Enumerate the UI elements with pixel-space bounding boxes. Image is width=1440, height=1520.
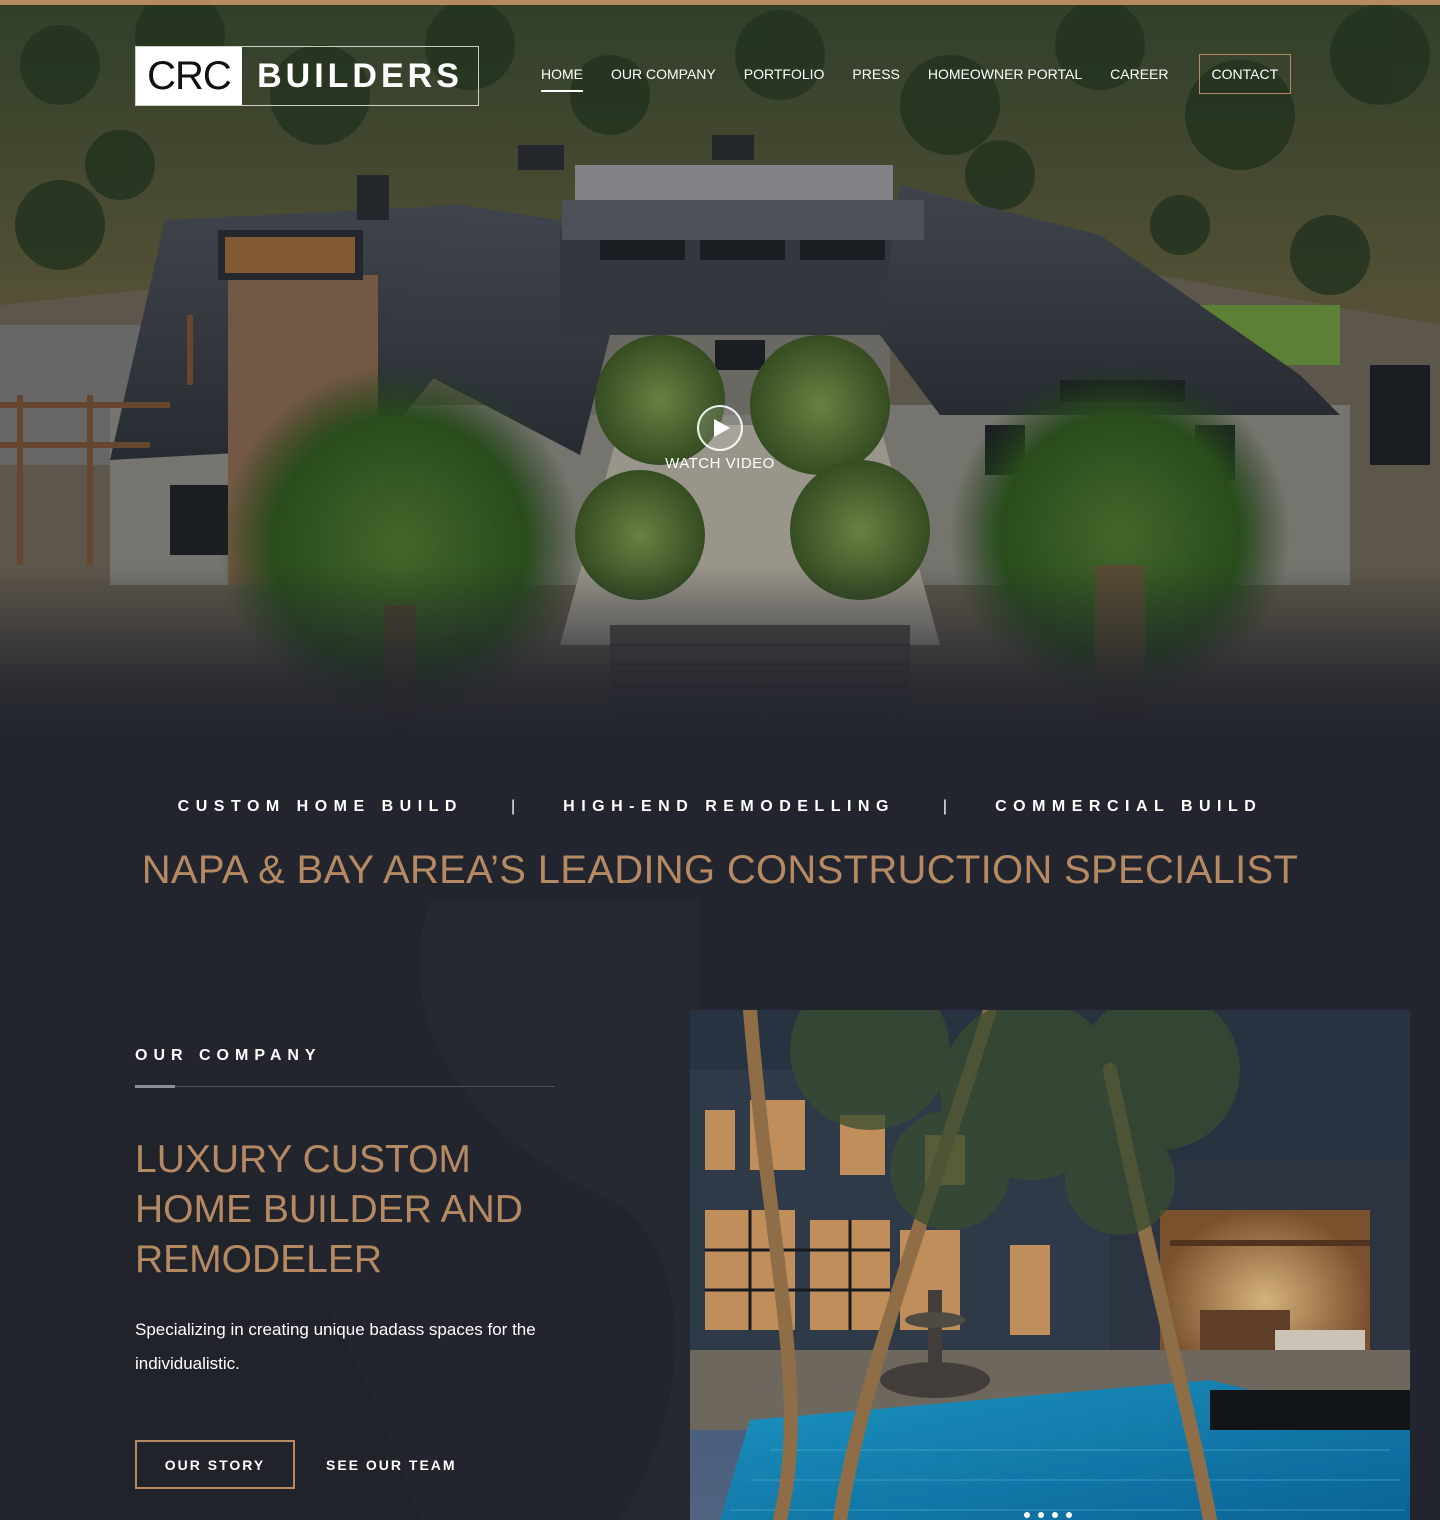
section-divider — [135, 1086, 555, 1087]
carousel-dot[interactable] — [1052, 1512, 1058, 1518]
nav-item-press[interactable]: PRESS — [852, 58, 899, 90]
section-title: LUXURY CUSTOM HOME BUILDER AND REMODELER — [135, 1138, 523, 1281]
contact-button[interactable]: CONTACT — [1198, 54, 1292, 94]
carousel-dots — [1024, 1512, 1072, 1518]
top-accent-bar — [0, 0, 1440, 5]
hero-section — [0, 5, 1440, 735]
page-headline: NAPA & BAY AREA’S LEADING CONSTRUCTION S… — [141, 848, 1299, 892]
service-separator: | — [510, 798, 516, 815]
site-logo[interactable]: CRC BUILDERS — [135, 46, 479, 106]
our-story-button[interactable]: OUR STORY — [135, 1440, 295, 1489]
logo-wordmark: BUILDERS — [257, 56, 463, 95]
carousel-dot[interactable] — [1024, 1512, 1030, 1518]
nav-item-our-company[interactable]: OUR COMPANY — [611, 58, 716, 90]
play-icon[interactable] — [697, 405, 743, 451]
watch-video-button[interactable]: WATCH VIDEO — [640, 405, 800, 472]
logo-mark: CRC — [136, 47, 242, 105]
nav-item-career[interactable]: CAREER — [1110, 58, 1168, 90]
section-divider-accent — [135, 1085, 175, 1088]
hero-fade — [0, 565, 1440, 735]
carousel-dot[interactable] — [1038, 1512, 1044, 1518]
section-eyebrow: OUR COMPANY — [135, 1047, 322, 1064]
courtyard-photo — [690, 1010, 1410, 1520]
see-our-team-link[interactable]: SEE OUR TEAM — [326, 1440, 457, 1489]
service-commercial-build: COMMERCIAL BUILD — [995, 798, 1263, 815]
service-custom-home-build: CUSTOM HOME BUILD — [177, 798, 463, 815]
services-strip: CUSTOM HOME BUILD | HIGH-END REMODELLING… — [0, 798, 1440, 816]
nav-item-portfolio[interactable]: PORTFOLIO — [744, 58, 825, 90]
nav-item-home[interactable]: HOME — [541, 58, 583, 92]
nav-item-homeowner-portal[interactable]: HOMEOWNER PORTAL — [928, 58, 1082, 90]
section-description: Specializing in creating unique badass s… — [135, 1320, 536, 1373]
carousel-dot[interactable] — [1066, 1512, 1072, 1518]
watch-video-label: WATCH VIDEO — [665, 455, 775, 472]
service-separator: | — [942, 798, 948, 815]
main-nav: HOME OUR COMPANY PORTFOLIO PRESS HOMEOWN… — [527, 54, 1292, 94]
service-high-end-remodelling: HIGH-END REMODELLING — [563, 798, 895, 815]
